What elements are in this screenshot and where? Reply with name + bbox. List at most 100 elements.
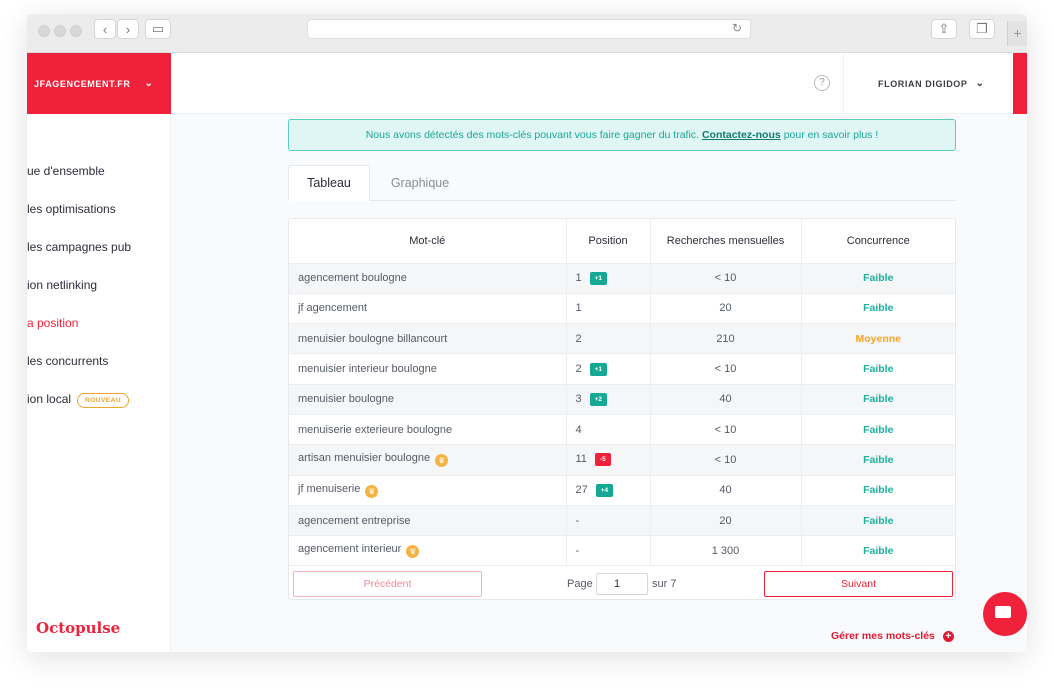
- position-change-badge: +4: [595, 483, 614, 497]
- position-value: 3: [575, 392, 582, 405]
- volume-cell: < 10: [650, 353, 802, 385]
- sidebar-item-label: ion local: [27, 392, 72, 406]
- sidebar-item-overview[interactable]: ue d'ensemble: [27, 164, 105, 178]
- table-row: menuisier boulogne 3 +2 40 Faible: [289, 384, 955, 415]
- account-selector[interactable]: JFAGENCEMENT.FR ⌄: [27, 53, 171, 114]
- position-cell: 2 +1: [566, 353, 651, 385]
- position-change-badge: +1: [589, 271, 608, 285]
- position-value: 27: [575, 483, 588, 496]
- keyword-text: menuiserie exterieure boulogne: [298, 423, 453, 436]
- tab-graphique[interactable]: Graphique: [370, 165, 470, 201]
- view-tabs: Tableau Graphique: [288, 165, 956, 201]
- tabs-icon[interactable]: ❐: [969, 19, 995, 39]
- account-name: JFAGENCEMENT.FR: [34, 78, 131, 89]
- competition-cell: Faible: [801, 414, 955, 446]
- table-row: menuisier interieur boulogne 2 +1 < 10 Faibl…: [289, 353, 955, 385]
- sidebar-item-campaigns[interactable]: les campagnes pub: [27, 240, 131, 254]
- competition-cell: Faible: [801, 353, 955, 385]
- keyword-text: menuisier boulogne billancourt: [298, 332, 448, 345]
- competition-cell: Faible: [801, 263, 955, 294]
- sidebar-item-label: ion netlinking: [27, 278, 98, 292]
- volume-cell: 210: [650, 323, 802, 355]
- competition-cell: Faible: [801, 475, 955, 506]
- position-cell: 3 +2: [566, 384, 651, 415]
- sidebar-item-competitors[interactable]: les concurrents: [27, 354, 108, 368]
- page-number-input[interactable]: [596, 573, 648, 595]
- column-header-keyword[interactable]: Mot-clé: [289, 219, 567, 264]
- keyword-text: jf agencement: [298, 302, 368, 315]
- position-change-badge: +1: [589, 362, 608, 376]
- previous-button[interactable]: Précédent: [293, 571, 482, 597]
- plus-icon[interactable]: +: [1007, 21, 1027, 46]
- volume-cell: < 10: [650, 444, 802, 476]
- user-menu[interactable]: FLORIAN DIGIDOP ⌄: [843, 53, 1013, 114]
- address-bar[interactable]: ↻: [307, 19, 751, 39]
- position-cell: -: [566, 535, 651, 567]
- top-header: ? FLORIAN DIGIDOP ⌄: [171, 53, 1027, 114]
- keyword-cell: agencement entreprise: [289, 505, 567, 537]
- sidebar-item-netlinking[interactable]: ion netlinking: [27, 278, 97, 292]
- position-value: -: [575, 544, 580, 557]
- volume-cell: 1 300: [650, 535, 802, 567]
- sidebar-icon[interactable]: ▭: [145, 19, 171, 39]
- tab-tableau[interactable]: Tableau: [288, 165, 370, 201]
- table-row: agencement interieur ♛ - 1 300 Faible: [289, 535, 955, 567]
- sidebar-item-label: les campagnes pub: [27, 240, 132, 254]
- competition-cell: Faible: [801, 505, 955, 537]
- keyword-cell: artisan menuisier boulogne ♛: [289, 444, 567, 476]
- new-badge: NOUVEAU: [77, 393, 130, 408]
- contact-link[interactable]: Contactez-nous: [702, 129, 781, 141]
- question-circle-icon[interactable]: ?: [814, 75, 830, 91]
- chat-button[interactable]: [983, 592, 1027, 636]
- column-header-position[interactable]: Position: [566, 219, 651, 264]
- position-cell: 1 +1: [566, 263, 651, 294]
- column-header-competition[interactable]: Concurrence: [801, 219, 955, 264]
- position-cell: 27 +4: [566, 475, 651, 506]
- close-window-dot[interactable]: [38, 25, 50, 37]
- octopulse-logo[interactable]: Octopulse: [36, 619, 120, 637]
- sidebar-item-position[interactable]: a position: [27, 316, 78, 330]
- page-total: sur 7: [652, 578, 677, 590]
- column-header-volume[interactable]: Recherches mensuelles: [650, 219, 802, 264]
- table-row: menuisier boulogne billancourt 2 210 Moyenn…: [289, 323, 955, 355]
- position-change-badge: +2: [589, 392, 608, 406]
- user-name: FLORIAN DIGIDOP: [878, 78, 968, 89]
- competition-cell: Faible: [801, 293, 955, 325]
- position-cell: 11 -5: [566, 444, 651, 476]
- share-icon[interactable]: ⇪: [931, 19, 957, 39]
- volume-cell: 20: [650, 293, 802, 325]
- main-content: Nous avons détectés des mots-clés pouvan…: [171, 114, 1027, 652]
- keyword-cell: menuisier boulogne billancourt: [289, 323, 567, 355]
- keyword-cell: jf agencement: [289, 293, 567, 325]
- next-button[interactable]: Suivant: [764, 571, 953, 597]
- volume-cell: < 10: [650, 263, 802, 294]
- chevron-left-icon[interactable]: ‹: [94, 19, 116, 39]
- keyword-cell: menuiserie exterieure boulogne: [289, 414, 567, 446]
- sidebar-item-local[interactable]: ion local NOUVEAU: [27, 392, 130, 408]
- zoom-window-dot[interactable]: [70, 25, 82, 37]
- reload-icon[interactable]: ↻: [732, 21, 742, 35]
- chevron-right-icon[interactable]: ›: [117, 19, 139, 39]
- manage-keywords-link[interactable]: Gérer mes mots-clés +: [831, 630, 954, 642]
- position-value: 2: [575, 332, 582, 345]
- chevron-down-icon: ⌄: [144, 78, 154, 89]
- sidebar-item-optimisations[interactable]: les optimisations: [27, 202, 116, 216]
- pagination: Précédent Page sur 7 Suivant: [289, 569, 955, 599]
- position-cell: -: [566, 505, 651, 537]
- keyword-cell: menuisier interieur boulogne: [289, 353, 567, 385]
- crown-icon: ♛: [365, 484, 379, 498]
- competition-cell: Faible: [801, 444, 955, 476]
- minimize-window-dot[interactable]: [54, 25, 66, 37]
- keyword-text: menuisier interieur boulogne: [298, 363, 437, 376]
- banner-text: Nous avons détectés des mots-clés pouvan…: [365, 129, 699, 141]
- keywords-table-card: Mot-clé Position Recherches mensuelles C…: [288, 218, 956, 600]
- position-value: 1: [575, 302, 582, 315]
- page-label: Page: [567, 578, 593, 590]
- info-banner: Nous avons détectés des mots-clés pouvan…: [288, 119, 956, 151]
- position-value: 4: [575, 423, 582, 436]
- table-row: agencement entreprise - 20 Faible: [289, 505, 955, 537]
- sidebar-item-label: ue d'ensemble: [27, 164, 105, 178]
- keyword-text: jf menuiserie: [298, 482, 361, 495]
- table-row: menuiserie exterieure boulogne 4 < 10 Faibl…: [289, 414, 955, 446]
- keyword-text: agencement boulogne: [298, 272, 407, 285]
